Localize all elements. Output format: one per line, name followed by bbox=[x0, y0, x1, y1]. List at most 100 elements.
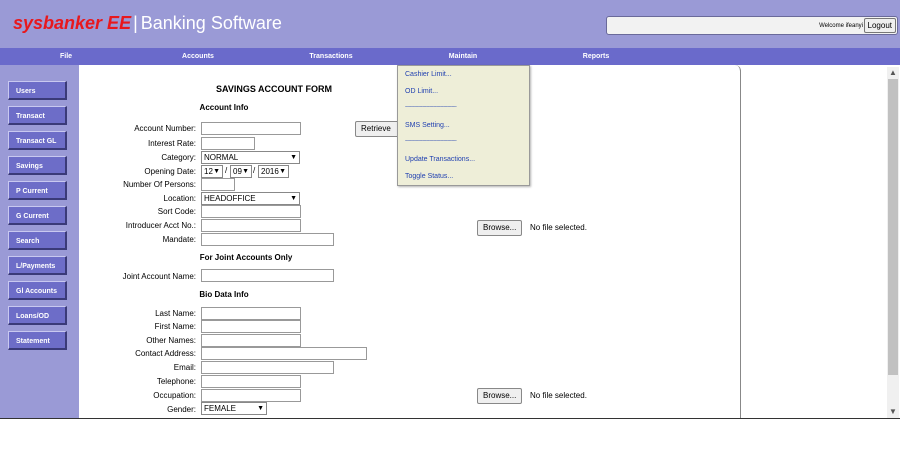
sidebar-item-l-payments[interactable]: L/Payments bbox=[8, 256, 67, 275]
contact-address-input[interactable] bbox=[201, 347, 367, 360]
mandate-input[interactable] bbox=[201, 233, 334, 246]
sidebar-item-search[interactable]: Search bbox=[8, 231, 67, 250]
chevron-down-icon: ▼ bbox=[257, 405, 264, 412]
opening-day-value: 12 bbox=[204, 167, 213, 176]
contact-address-label: Contact Address: bbox=[135, 349, 196, 358]
bottom-area bbox=[0, 418, 900, 451]
sidebar-item-savings[interactable]: Savings bbox=[8, 156, 67, 175]
mandate-file-status: No file selected. bbox=[530, 223, 587, 232]
sidebar-item-users[interactable]: Users bbox=[8, 81, 67, 100]
chevron-down-icon: ▼ bbox=[290, 195, 297, 202]
category-value: NORMAL bbox=[204, 153, 239, 162]
vertical-scrollbar[interactable]: ▲ ▼ bbox=[887, 67, 899, 418]
menu-item-sms-setting[interactable]: SMS Setting... bbox=[405, 122, 450, 129]
maintain-dropdown: Cashier Limit... OD Limit... -----------… bbox=[397, 65, 530, 186]
menu-item-od-limit[interactable]: OD Limit... bbox=[405, 88, 438, 95]
gender-select[interactable]: FEMALE ▼ bbox=[201, 402, 267, 415]
form-title: SAVINGS ACCOUNT FORM bbox=[216, 84, 332, 94]
sidebar-item-statement[interactable]: Statement bbox=[8, 331, 67, 350]
date-separator: / bbox=[253, 166, 256, 175]
mandate-browse-button[interactable]: Browse... bbox=[477, 220, 523, 236]
introducer-label: Introducer Acct No.: bbox=[125, 221, 196, 230]
menu-separator: ----------------------------------------… bbox=[405, 138, 457, 144]
other-names-input[interactable] bbox=[201, 334, 301, 347]
interest-rate-label: Interest Rate: bbox=[147, 139, 196, 148]
menu-transactions[interactable]: Transactions bbox=[309, 48, 352, 65]
section-account-info: Account Info bbox=[199, 103, 249, 112]
sidebar-item-p-current[interactable]: P Current bbox=[8, 181, 67, 200]
sort-code-input[interactable] bbox=[201, 205, 301, 218]
category-select[interactable]: NORMAL ▼ bbox=[201, 151, 300, 164]
user-box: Welcome ifeanyi Logout bbox=[606, 16, 898, 35]
opening-month-value: 09 bbox=[233, 167, 242, 176]
menu-accounts[interactable]: Accounts bbox=[182, 48, 214, 65]
menu-item-toggle-status[interactable]: Toggle Status... bbox=[405, 173, 453, 180]
welcome-text: Welcome ifeanyi bbox=[819, 23, 863, 29]
chevron-down-icon: ▼ bbox=[242, 168, 249, 175]
brand-logo: sysbanker EE | Banking Software bbox=[13, 12, 282, 34]
account-number-label: Account Number: bbox=[134, 124, 196, 133]
telephone-label: Telephone: bbox=[156, 377, 196, 386]
chevron-down-icon: ▼ bbox=[213, 168, 220, 175]
persons-input[interactable] bbox=[201, 178, 235, 191]
arrow-down-icon[interactable]: ▼ bbox=[887, 407, 899, 417]
menu-separator: ----------------------------------------… bbox=[405, 104, 457, 110]
sort-code-label: Sort Code: bbox=[157, 207, 196, 216]
scrollbar-thumb[interactable] bbox=[888, 79, 898, 375]
occupation-input[interactable] bbox=[201, 389, 301, 402]
joint-name-label: Joint Account Name: bbox=[122, 272, 196, 281]
email-input[interactable] bbox=[201, 361, 334, 374]
other-names-label: Other Names: bbox=[146, 336, 196, 345]
occupation-label: Occupation: bbox=[153, 391, 196, 400]
last-name-label: Last Name: bbox=[155, 309, 196, 318]
sidebar-item-gl-accounts[interactable]: Gl Accounts bbox=[8, 281, 67, 300]
opening-day-select[interactable]: 12 ▼ bbox=[201, 165, 223, 178]
app-header: sysbanker EE | Banking Software Welcome if… bbox=[0, 0, 900, 48]
arrow-up-icon[interactable]: ▲ bbox=[887, 68, 899, 78]
location-value: HEADOFFICE bbox=[204, 194, 256, 203]
account-number-input[interactable] bbox=[201, 122, 301, 135]
menu-maintain[interactable]: Maintain bbox=[449, 48, 477, 65]
sidebar-item-transact[interactable]: Transact bbox=[8, 106, 67, 125]
opening-date-label: Opening Date: bbox=[144, 167, 196, 176]
sidebar-item-g-current[interactable]: G Current bbox=[8, 206, 67, 225]
opening-month-select[interactable]: 09 ▼ bbox=[230, 165, 252, 178]
last-name-input[interactable] bbox=[201, 307, 301, 320]
gender-value: FEMALE bbox=[204, 404, 237, 413]
section-bio-data: Bio Data Info bbox=[199, 290, 249, 299]
logout-button[interactable]: Logout bbox=[863, 18, 896, 33]
brand-name: sysbanker EE bbox=[13, 13, 132, 33]
joint-name-input[interactable] bbox=[201, 269, 334, 282]
gender-label: Gender: bbox=[167, 405, 196, 414]
retrieve-account-button[interactable]: Retrieve A bbox=[355, 121, 400, 137]
first-name-label: First Name: bbox=[154, 322, 196, 331]
telephone-input[interactable] bbox=[201, 375, 301, 388]
menu-reports[interactable]: Reports bbox=[583, 48, 609, 65]
mandate-label: Mandate: bbox=[162, 235, 196, 244]
menu-file[interactable]: File bbox=[60, 48, 72, 65]
photo-file-status: No file selected. bbox=[530, 391, 587, 400]
opening-year-select[interactable]: 2016 ▼ bbox=[258, 165, 289, 178]
category-label: Category: bbox=[161, 153, 196, 162]
sidebar-item-loans-od[interactable]: Loans/OD bbox=[8, 306, 67, 325]
date-separator: / bbox=[225, 166, 228, 175]
opening-year-value: 2016 bbox=[261, 167, 279, 176]
introducer-input[interactable] bbox=[201, 219, 301, 232]
email-label: Email: bbox=[173, 363, 196, 372]
sidebar-item-transact-gl[interactable]: Transact GL bbox=[8, 131, 67, 150]
interest-rate-input[interactable] bbox=[201, 137, 255, 150]
first-name-input[interactable] bbox=[201, 320, 301, 333]
brand-separator: | bbox=[133, 13, 138, 33]
section-joint-accounts: For Joint Accounts Only bbox=[199, 253, 293, 262]
brand-tagline: Banking Software bbox=[140, 13, 282, 33]
sidebar: Users Transact Transact GL Savings P Cur… bbox=[0, 65, 79, 419]
persons-label: Number Of Persons: bbox=[123, 180, 196, 189]
chevron-down-icon: ▼ bbox=[279, 168, 286, 175]
menu-item-cashier-limit[interactable]: Cashier Limit... bbox=[405, 71, 452, 78]
location-label: Location: bbox=[163, 194, 196, 203]
main-menubar: File Accounts Transactions Maintain Repo… bbox=[0, 48, 900, 65]
location-select[interactable]: HEADOFFICE ▼ bbox=[201, 192, 300, 205]
chevron-down-icon: ▼ bbox=[290, 154, 297, 161]
menu-item-update-transactions[interactable]: Update Transactions... bbox=[405, 156, 475, 163]
photo-browse-button[interactable]: Browse... bbox=[477, 388, 523, 404]
